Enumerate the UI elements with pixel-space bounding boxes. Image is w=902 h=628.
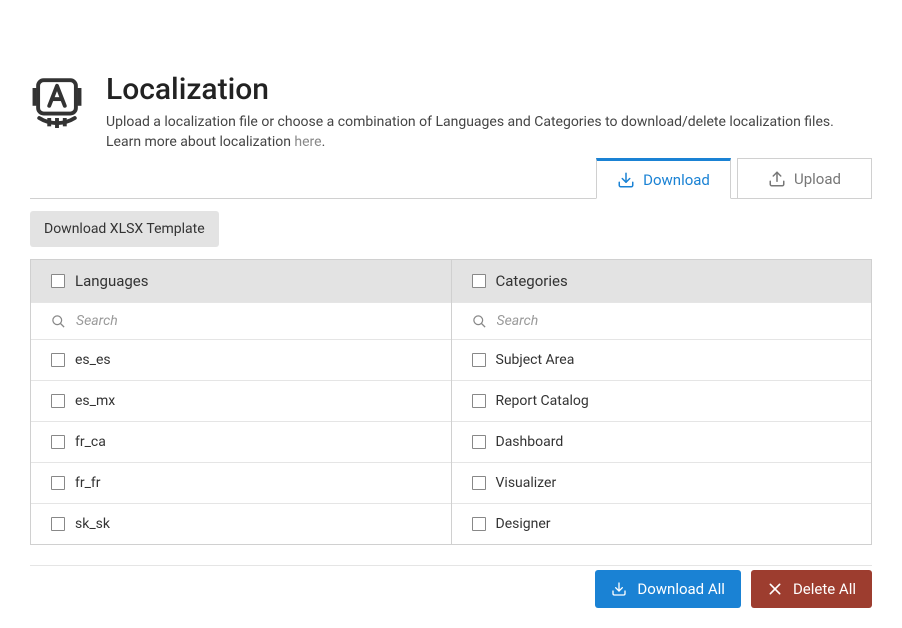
download-icon xyxy=(617,171,635,189)
categories-column: Categories Subject Area Report Catalog D… xyxy=(452,260,872,544)
list-item[interactable]: fr_ca xyxy=(31,421,451,462)
languages-header: Languages xyxy=(31,260,451,302)
search-icon xyxy=(51,314,66,329)
checkbox[interactable] xyxy=(472,517,486,531)
languages-select-all-checkbox[interactable] xyxy=(51,274,65,288)
list-item[interactable]: Dashboard xyxy=(452,421,872,462)
list-item[interactable]: es_mx xyxy=(31,380,451,421)
download-template-button[interactable]: Download XLSX Template xyxy=(30,211,219,247)
list-item-label: sk_sk xyxy=(75,516,110,532)
page-description: Upload a localization file or choose a c… xyxy=(106,113,872,152)
list-item-label: Report Catalog xyxy=(496,393,589,409)
header-text-block: Localization Upload a localization file … xyxy=(106,72,872,152)
checkbox[interactable] xyxy=(51,517,65,531)
list-item[interactable]: Visualizer xyxy=(452,462,872,503)
selection-table: Languages es_es es_mx fr_ca fr_fr sk xyxy=(30,259,872,545)
list-item[interactable]: sk_sk xyxy=(31,503,451,544)
list-item[interactable]: Designer xyxy=(452,503,872,544)
list-item[interactable]: Report Catalog xyxy=(452,380,872,421)
tab-upload-label: Upload xyxy=(794,170,841,188)
search-icon xyxy=(472,314,487,329)
tab-upload[interactable]: Upload xyxy=(737,158,872,199)
categories-select-all-checkbox[interactable] xyxy=(472,274,486,288)
list-item[interactable]: Subject Area xyxy=(452,339,872,380)
download-icon xyxy=(611,581,627,597)
languages-search-row xyxy=(31,302,451,339)
list-item-label: es_mx xyxy=(75,393,115,409)
page-title: Localization xyxy=(106,72,872,107)
download-all-button[interactable]: Download All xyxy=(595,570,741,608)
footer-actions: Download All Delete All xyxy=(30,565,872,608)
checkbox[interactable] xyxy=(51,353,65,367)
languages-search-input[interactable] xyxy=(76,313,431,329)
list-item-label: es_es xyxy=(75,352,111,368)
checkbox[interactable] xyxy=(51,394,65,408)
languages-column: Languages es_es es_mx fr_ca fr_fr sk xyxy=(31,260,452,544)
tab-download[interactable]: Download xyxy=(596,158,731,199)
categories-search-input[interactable] xyxy=(497,313,852,329)
checkbox[interactable] xyxy=(472,435,486,449)
delete-all-button[interactable]: Delete All xyxy=(751,570,872,608)
list-item-label: fr_fr xyxy=(75,475,101,491)
list-item[interactable]: fr_fr xyxy=(31,462,451,503)
close-icon xyxy=(767,581,783,597)
delete-all-label: Delete All xyxy=(793,580,856,598)
languages-header-label: Languages xyxy=(75,272,149,290)
upload-icon xyxy=(768,170,786,188)
list-item[interactable]: es_es xyxy=(31,339,451,380)
desc-prefix: Upload a localization file or choose a c… xyxy=(106,114,834,150)
categories-search-row xyxy=(452,302,872,339)
checkbox[interactable] xyxy=(51,476,65,490)
categories-header: Categories xyxy=(452,260,872,302)
list-item-label: Designer xyxy=(496,516,551,532)
checkbox[interactable] xyxy=(472,476,486,490)
learn-more-link[interactable]: here xyxy=(294,134,321,150)
list-item-label: fr_ca xyxy=(75,434,106,450)
localization-icon xyxy=(30,78,84,142)
checkbox[interactable] xyxy=(472,394,486,408)
list-item-label: Visualizer xyxy=(496,475,557,491)
tab-download-label: Download xyxy=(643,171,710,189)
template-btn-row: Download XLSX Template xyxy=(30,211,872,247)
download-all-label: Download All xyxy=(637,580,725,598)
tabs-row: Download Upload xyxy=(30,158,872,199)
list-item-label: Subject Area xyxy=(496,352,575,368)
checkbox[interactable] xyxy=(51,435,65,449)
categories-header-label: Categories xyxy=(496,272,568,290)
list-item-label: Dashboard xyxy=(496,434,564,450)
checkbox[interactable] xyxy=(472,353,486,367)
desc-suffix: . xyxy=(322,134,326,150)
page-header: Localization Upload a localization file … xyxy=(30,0,872,152)
